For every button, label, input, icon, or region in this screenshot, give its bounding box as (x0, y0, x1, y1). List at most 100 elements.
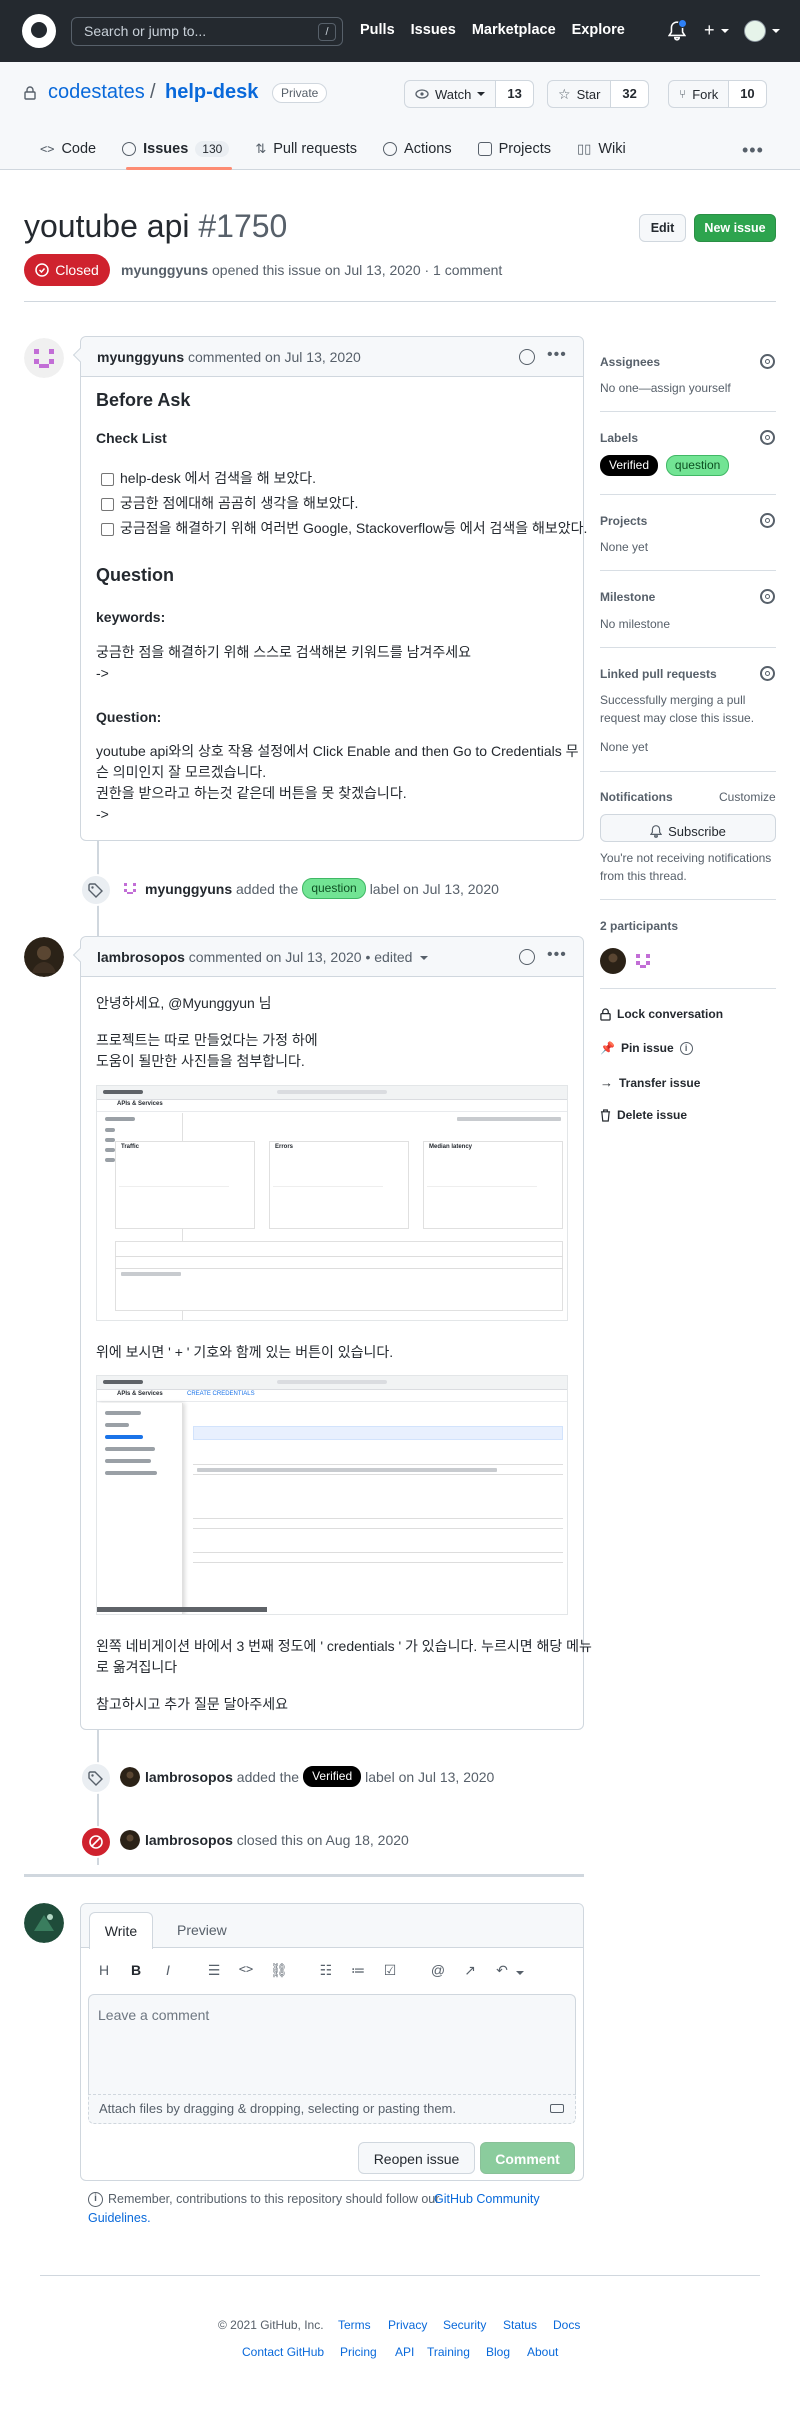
footer-link-training[interactable]: Training (427, 2345, 470, 2359)
task-list-icon[interactable]: ☑ (382, 1962, 398, 1979)
repo-name-link[interactable]: help-desk (165, 81, 258, 104)
subscribe-button[interactable]: Subscribe (600, 814, 776, 842)
search-input[interactable]: Search or jump to... / (71, 17, 343, 46)
task-checkbox[interactable] (101, 498, 114, 511)
heading-icon[interactable]: H (96, 1962, 112, 1978)
comment-submit-button[interactable]: Comment (480, 2142, 575, 2174)
bulleted-list-icon[interactable]: ☷ (318, 1962, 334, 1979)
footer-link-docs[interactable]: Docs (553, 2318, 580, 2332)
task-checkbox[interactable] (101, 473, 114, 486)
gear-icon[interactable] (760, 354, 775, 369)
avatar[interactable] (120, 1830, 140, 1850)
tab-projects[interactable]: Projects (477, 138, 563, 160)
avatar[interactable] (24, 338, 64, 378)
sidebar-linked-prs-title[interactable]: Linked pull requests (600, 667, 717, 681)
screenshot-credentials[interactable]: APIs & Services CREATE CREDENTIALS (96, 1375, 568, 1615)
delete-issue-link[interactable]: Delete issue (600, 1108, 687, 1122)
quote-icon[interactable]: ☰ (206, 1962, 222, 1979)
sidebar-assignees-title[interactable]: Assignees (600, 355, 660, 369)
customize-notifications-link[interactable]: Customize (719, 790, 776, 804)
more-options-icon[interactable]: ••• (742, 140, 764, 161)
comment-options-icon[interactable]: ••• (547, 946, 567, 964)
tab-code[interactable]: <> Code (40, 138, 108, 160)
tab-pull-requests[interactable]: ⇅ Pull requests (255, 138, 369, 160)
markdown-icon[interactable] (550, 2104, 564, 2113)
new-issue-button[interactable]: New issue (694, 214, 776, 242)
link-icon[interactable]: ⛓ (270, 1962, 288, 1979)
gear-icon[interactable] (760, 666, 775, 681)
sidebar-projects-title[interactable]: Projects (600, 514, 647, 528)
footer-link-privacy[interactable]: Privacy (388, 2318, 427, 2332)
mention-icon[interactable]: @ (430, 1962, 446, 1978)
watch-button[interactable]: Watch (405, 81, 497, 107)
lock-conversation-link[interactable]: Lock conversation (600, 1007, 723, 1021)
tab-preview[interactable]: Preview (177, 1922, 227, 1938)
star-count[interactable]: 32 (611, 81, 648, 107)
screenshot-api-dashboard[interactable]: Traffic Errors Median latency APIs & Ser… (96, 1085, 568, 1321)
label-question[interactable]: question (665, 455, 730, 476)
tab-actions[interactable]: Actions (383, 138, 464, 160)
comment-options-icon[interactable]: ••• (547, 346, 567, 364)
user-avatar[interactable] (744, 20, 766, 42)
chevron-down-icon[interactable] (420, 956, 429, 961)
event-actor-link[interactable]: myunggyuns (145, 881, 232, 897)
tab-wiki[interactable]: ▯▯ Wiki (577, 138, 638, 160)
github-logo-icon[interactable] (22, 14, 56, 48)
nav-marketplace[interactable]: Marketplace (472, 22, 556, 38)
tab-issues[interactable]: Issues 130 (122, 138, 241, 160)
label-verified[interactable]: Verified (600, 455, 659, 476)
bold-icon[interactable]: B (128, 1962, 144, 1978)
fork-button[interactable]: ⑂ Fork (669, 81, 730, 107)
info-icon[interactable]: i (679, 1041, 693, 1055)
watch-count[interactable]: 13 (496, 81, 533, 107)
footer-link-about[interactable]: About (527, 2345, 558, 2359)
event-actor-link[interactable]: lambrosopos (145, 1769, 233, 1785)
footer-link-api[interactable]: API (395, 2345, 414, 2359)
event-actor-link[interactable]: lambrosopos (145, 1832, 233, 1848)
label-verified[interactable]: Verified (303, 1766, 362, 1787)
code-icon[interactable]: <> (238, 1962, 254, 1976)
add-reaction-icon[interactable] (519, 349, 535, 365)
gear-icon[interactable] (760, 513, 775, 528)
task-checkbox[interactable] (101, 523, 114, 536)
sidebar-labels-title[interactable]: Labels (600, 431, 638, 445)
star-button[interactable]: ☆ Star (548, 81, 612, 107)
repo-owner-link[interactable]: codestates (48, 81, 145, 104)
edit-button[interactable]: Edit (639, 214, 686, 242)
pin-issue-link[interactable]: 📌 Pin issue i (600, 1041, 693, 1055)
fork-count[interactable]: 10 (729, 81, 766, 107)
footer-link-blog[interactable]: Blog (486, 2345, 510, 2359)
comment-author-link[interactable]: lambrosopos (97, 949, 185, 965)
reopen-issue-button[interactable]: Reopen issue (358, 2142, 475, 2174)
numbered-list-icon[interactable]: ≔ (350, 1962, 366, 1979)
nav-pulls[interactable]: Pulls (360, 22, 395, 38)
nav-explore[interactable]: Explore (572, 22, 625, 38)
comment-author-link[interactable]: myunggyuns (97, 349, 184, 365)
nav-issues[interactable]: Issues (411, 22, 456, 38)
create-new-plus-icon[interactable]: + (704, 20, 715, 41)
footer-link-terms[interactable]: Terms (338, 2318, 371, 2332)
assignees-value[interactable]: No one—assign yourself (600, 379, 731, 397)
footer-link-contact[interactable]: Contact GitHub (242, 2345, 324, 2359)
gear-icon[interactable] (760, 430, 775, 445)
participant-avatar[interactable] (630, 948, 656, 974)
add-reaction-icon[interactable] (519, 949, 535, 965)
comment-timestamp[interactable]: commented on Jul 13, 2020 (188, 349, 361, 365)
participant-avatar[interactable] (600, 948, 626, 974)
footer-link-status[interactable]: Status (503, 2318, 537, 2332)
comment-timestamp[interactable]: commented on Jul 13, 2020 • edited (189, 949, 413, 965)
sidebar-milestone-title[interactable]: Milestone (600, 590, 655, 604)
community-guidelines-link[interactable]: GitHub Community (434, 2192, 540, 2206)
avatar[interactable] (120, 1766, 140, 1787)
cross-reference-icon[interactable]: ↗ (462, 1962, 478, 1979)
tab-write[interactable]: Write (89, 1912, 153, 1949)
transfer-issue-link[interactable]: → Transfer issue (600, 1075, 700, 1090)
label-question[interactable]: question (302, 878, 366, 899)
italic-icon[interactable]: I (160, 1962, 176, 1978)
community-guidelines-link[interactable]: Guidelines. (88, 2211, 151, 2225)
gear-icon[interactable] (760, 589, 775, 604)
avatar[interactable] (120, 878, 140, 899)
footer-link-pricing[interactable]: Pricing (340, 2345, 377, 2359)
footer-link-security[interactable]: Security (443, 2318, 486, 2332)
saved-replies-icon[interactable]: ↶ (494, 1962, 510, 1979)
